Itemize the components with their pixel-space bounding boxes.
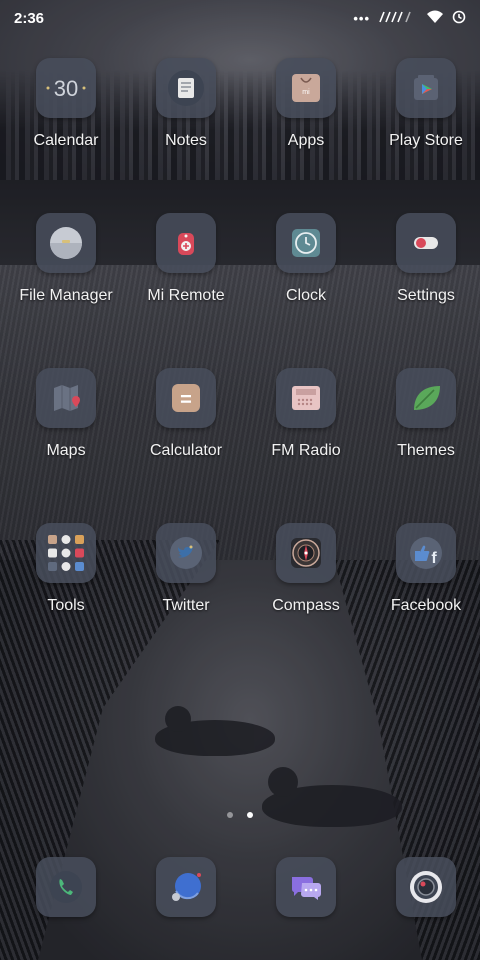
calendar-icon: 30 [36, 58, 96, 118]
dock-phone[interactable] [12, 857, 120, 917]
app-file-manager[interactable]: File Manager [12, 205, 120, 360]
app-maps[interactable]: Maps [12, 360, 120, 515]
sync-icon [452, 10, 466, 27]
app-notes[interactable]: Notes [132, 50, 240, 205]
dock-camera[interactable] [372, 857, 480, 917]
toggle-icon [396, 213, 456, 273]
app-calculator[interactable]: = Calculator [132, 360, 240, 515]
remote-icon [156, 213, 216, 273]
svg-text:30: 30 [54, 76, 78, 101]
page-dot[interactable] [227, 812, 233, 818]
dock-messages[interactable] [252, 857, 360, 917]
app-fm-radio[interactable]: FM Radio [252, 360, 360, 515]
app-label: Play Store [389, 132, 463, 149]
notes-icon [156, 58, 216, 118]
app-play-store[interactable]: Play Store [372, 50, 480, 205]
app-label: Clock [285, 287, 326, 304]
map-icon [36, 368, 96, 428]
radio-icon [276, 368, 336, 428]
status-icons: ••• [353, 10, 466, 27]
app-label: Notes [165, 132, 207, 149]
app-twitter[interactable]: Twitter [132, 515, 240, 670]
status-time: 2:36 [14, 9, 45, 27]
status-bar: 2:36 ••• [0, 0, 480, 36]
phone-icon [36, 857, 96, 917]
app-clock[interactable]: Clock [252, 205, 360, 360]
facebook-icon: f [396, 523, 456, 583]
svg-text:f: f [431, 550, 437, 567]
browser-icon [156, 857, 216, 917]
app-row: Tools Twitter Compass f Facebook [0, 515, 480, 670]
dock-browser[interactable] [132, 857, 240, 917]
svg-text:mi: mi [302, 89, 310, 96]
dock [0, 857, 480, 917]
app-label: Twitter [162, 597, 210, 614]
twitter-icon [156, 523, 216, 583]
svg-text:=: = [180, 389, 192, 411]
app-row: Maps = Calculator FM Radio Themes [0, 360, 480, 515]
compass-icon [276, 523, 336, 583]
app-row: 30 Calendar Notes mi Apps Play Store [0, 50, 480, 205]
page-dot-active[interactable] [247, 812, 253, 818]
app-label: Compass [272, 597, 340, 614]
app-label: Tools [47, 597, 85, 614]
tools-folder-icon [36, 523, 96, 583]
calculator-icon: = [156, 368, 216, 428]
app-label: Settings [397, 287, 455, 304]
shopping-bag-icon: mi [276, 58, 336, 118]
app-calendar[interactable]: 30 Calendar [12, 50, 120, 205]
app-facebook[interactable]: f Facebook [372, 515, 480, 670]
app-tools-folder[interactable]: Tools [12, 515, 120, 670]
camera-icon [396, 857, 456, 917]
app-label: Calendar [33, 132, 99, 149]
app-row: File Manager Mi Remote Clock Settings [0, 205, 480, 360]
app-mi-remote[interactable]: Mi Remote [132, 205, 240, 360]
page-indicator [0, 812, 480, 818]
app-label: Maps [46, 442, 86, 459]
app-themes[interactable]: Themes [372, 360, 480, 515]
app-grid: 30 Calendar Notes mi Apps Play Store Fil… [0, 50, 480, 670]
app-label: Themes [397, 442, 455, 459]
play-store-icon [396, 58, 456, 118]
wifi-icon [426, 10, 444, 27]
app-label: Calculator [149, 442, 223, 459]
app-label: File Manager [19, 287, 113, 304]
app-compass[interactable]: Compass [252, 515, 360, 670]
notification-dots-icon: ••• [353, 10, 370, 26]
app-label: FM Radio [271, 442, 341, 459]
app-label: Mi Remote [147, 287, 225, 304]
app-apps[interactable]: mi Apps [252, 50, 360, 205]
signal-bars-icon [378, 11, 418, 26]
app-label: Apps [287, 132, 325, 149]
messages-icon [276, 857, 336, 917]
app-settings[interactable]: Settings [372, 205, 480, 360]
clock-icon [276, 213, 336, 273]
leaf-icon [396, 368, 456, 428]
app-label: Facebook [390, 597, 462, 614]
folder-icon [36, 213, 96, 273]
